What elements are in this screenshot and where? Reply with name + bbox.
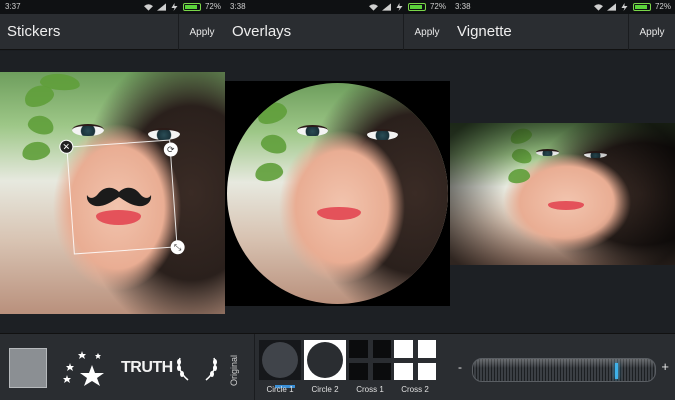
truth-sticker-thumb[interactable]: TRUTH	[121, 359, 173, 377]
status-bar: 3:38 72%	[225, 0, 450, 14]
status-time: 3:37	[5, 2, 21, 11]
sticker-toolbar: TRUTH	[0, 333, 225, 400]
decrease-button[interactable]: -	[458, 360, 462, 374]
apply-button[interactable]: Apply	[628, 14, 675, 50]
overlay-cross-1[interactable]	[349, 340, 391, 380]
apply-button[interactable]: Apply	[178, 14, 225, 50]
status-time: 3:38	[230, 2, 246, 11]
overlay-cross-2[interactable]	[394, 340, 436, 380]
apply-button[interactable]: Apply	[403, 14, 450, 50]
charging-icon	[621, 2, 628, 11]
page-title: Stickers	[7, 23, 61, 40]
signal-icon	[381, 2, 391, 11]
photo-canvas	[450, 51, 675, 333]
overlays-header: Overlays Apply	[225, 14, 450, 50]
vignette-shade	[450, 123, 675, 265]
status-bar: 3:37 72%	[0, 0, 225, 14]
status-bar: 3:38 72%	[450, 0, 675, 14]
battery-icon	[632, 2, 651, 11]
original-label: Original	[229, 354, 239, 386]
increase-button[interactable]: +	[661, 359, 669, 374]
status-icons: 72%	[368, 2, 446, 11]
status-icons: 72%	[593, 2, 671, 11]
vignette-header: Vignette Apply	[450, 14, 675, 50]
vignette-toolbar: - +	[450, 333, 675, 400]
battery-icon	[182, 2, 201, 11]
page-title: Vignette	[457, 23, 512, 40]
overlay-toolbar: Original Circle 1 Circle 2 Cross 1 Cross…	[225, 333, 450, 400]
vignette-slider-track[interactable]	[472, 358, 656, 382]
sticker-selection-frame[interactable]: ✕ ⟳ ⤡	[58, 139, 186, 255]
overlay-circle-2[interactable]	[304, 340, 346, 380]
overlay-circle-1[interactable]	[259, 340, 301, 388]
battery-percent: 72%	[429, 2, 446, 11]
blank-sticker-thumb[interactable]	[9, 348, 47, 388]
signal-icon	[156, 2, 166, 11]
charging-icon	[171, 2, 178, 11]
battery-percent: 72%	[654, 2, 671, 11]
page-title: Overlays	[232, 23, 292, 40]
portrait-image	[227, 83, 448, 304]
app-root: 3:37 72% Stickers Apply ✕ ⟳ ⤡ TRUTH 3:38…	[0, 0, 675, 400]
circle-2-icon	[304, 340, 346, 380]
photo[interactable]	[450, 123, 675, 265]
wifi-icon	[593, 3, 603, 11]
cross-1-icon	[349, 340, 391, 380]
vignette-slider: - +	[450, 334, 675, 400]
wifi-icon	[143, 3, 153, 11]
stars-sticker-icon[interactable]	[62, 349, 108, 387]
cross-2-icon	[394, 340, 436, 380]
photo-canvas	[225, 51, 450, 333]
wifi-icon	[368, 3, 378, 11]
stickers-header: Stickers Apply	[0, 14, 225, 50]
signal-icon	[606, 2, 616, 11]
battery-icon	[407, 2, 426, 11]
stickers-panel: 3:37 72% Stickers Apply ✕ ⟳ ⤡ TRUTH	[0, 0, 225, 400]
status-time: 3:38	[455, 2, 471, 11]
overlay-label: Cross 2	[401, 385, 429, 394]
circle-1-icon	[259, 340, 301, 380]
battery-percent: 72%	[204, 2, 221, 11]
photo[interactable]	[227, 83, 448, 304]
photo-canvas: ✕ ⟳ ⤡	[0, 51, 225, 333]
status-icons: 72%	[143, 2, 221, 11]
slider-thumb[interactable]	[615, 363, 618, 379]
charging-icon	[396, 2, 403, 11]
close-icon[interactable]: ✕	[58, 139, 74, 155]
circle-overlay-preview	[225, 81, 450, 306]
overlays-panel: 3:38 72% Overlays Apply Original Circle …	[225, 0, 450, 400]
wreath-sticker-icon[interactable]	[174, 354, 220, 382]
vignette-panel: 3:38 72% Vignette Apply - +	[450, 0, 675, 400]
